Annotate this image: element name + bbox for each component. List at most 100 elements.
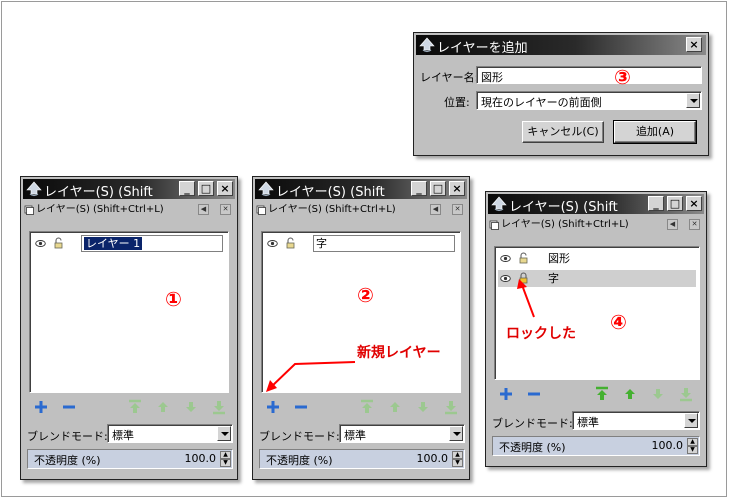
- spin-down-icon[interactable]: ▼: [452, 459, 463, 467]
- layers-icon: [256, 205, 266, 215]
- close-button[interactable]: ×: [686, 37, 702, 52]
- blend-mode-label: ブレンドモード:: [27, 430, 108, 443]
- layer-name-input[interactable]: レイヤー 1: [81, 235, 223, 252]
- plus-icon[interactable]: [498, 386, 514, 402]
- dialog-titlebar[interactable]: レイヤーを追加 ×: [416, 35, 706, 56]
- blend-mode-label: ブレンドモード:: [492, 417, 573, 430]
- position-label: 位置:: [444, 96, 470, 109]
- iconify-button[interactable]: ◀: [198, 204, 209, 215]
- blend-mode-select[interactable]: 標準: [339, 424, 465, 443]
- raise-to-top-icon[interactable]: [594, 386, 610, 402]
- dock-header: レイヤー(S) (Shift+Ctrl+L) ◀ ✕: [256, 202, 466, 218]
- opacity-spinbox[interactable]: 不透明度 (%) 100.0 ▲ ▼: [259, 449, 465, 469]
- dock-close-button[interactable]: ✕: [689, 219, 700, 230]
- lower-icon[interactable]: [183, 399, 199, 415]
- opacity-spinbox[interactable]: 不透明度 (%) 100.0 ▲ ▼: [492, 436, 700, 456]
- annotation-step-2: ②: [357, 283, 374, 307]
- layers-icon: [489, 220, 499, 230]
- layer-row[interactable]: レイヤー 1: [33, 235, 225, 252]
- close-button[interactable]: ×: [686, 196, 702, 211]
- cancel-button[interactable]: キャンセル(C): [522, 121, 604, 143]
- inkscape-logo-icon: [491, 196, 507, 212]
- add-button[interactable]: 追加(A): [613, 120, 697, 144]
- lock-icon[interactable]: [519, 252, 528, 264]
- inkscape-logo-icon: [258, 181, 274, 197]
- opacity-label: 不透明度 (%): [266, 454, 333, 467]
- iconify-button[interactable]: ◀: [667, 219, 678, 230]
- dock-label: レイヤー(S) (Shift+Ctrl+L): [501, 219, 629, 230]
- raise-icon[interactable]: [622, 386, 638, 402]
- eye-icon[interactable]: [35, 238, 46, 249]
- layers-icon: [24, 205, 34, 215]
- inkscape-logo-icon: [419, 37, 435, 53]
- panel-titlebar[interactable]: レイヤー(S) (Shift _ □ ×: [488, 194, 704, 215]
- raise-to-top-icon[interactable]: [359, 399, 375, 415]
- layers-panel-1: レイヤー(S) (Shift _ □ × レイヤー(S) (Shift+Ctrl…: [20, 176, 238, 480]
- blend-mode-value: 標準: [577, 416, 599, 429]
- panel-title: レイヤー(S) (Shift: [509, 200, 618, 215]
- chevron-down-icon[interactable]: [686, 93, 700, 108]
- layer-row[interactable]: 図形: [498, 250, 696, 267]
- spin-up-icon[interactable]: ▲: [687, 438, 698, 446]
- lower-to-bottom-icon[interactable]: [211, 399, 227, 415]
- dock-close-button[interactable]: ✕: [452, 204, 463, 215]
- lower-icon[interactable]: [415, 399, 431, 415]
- eye-icon[interactable]: [267, 238, 278, 249]
- minus-icon[interactable]: [61, 399, 77, 415]
- plus-icon[interactable]: [265, 399, 281, 415]
- layer-name: レイヤー 1: [84, 237, 143, 250]
- minimize-button[interactable]: _: [648, 196, 664, 211]
- eye-icon[interactable]: [500, 253, 511, 264]
- layer-list[interactable]: レイヤー 1: [29, 231, 229, 393]
- layer-row[interactable]: 字: [265, 235, 457, 252]
- raise-to-top-icon[interactable]: [127, 399, 143, 415]
- spin-up-icon[interactable]: ▲: [220, 451, 231, 459]
- spin-down-icon[interactable]: ▼: [220, 459, 231, 467]
- spin-down-icon[interactable]: ▼: [687, 446, 698, 454]
- panel-titlebar[interactable]: レイヤー(S) (Shift _ □ ×: [23, 179, 235, 200]
- spin-up-icon[interactable]: ▲: [452, 451, 463, 459]
- maximize-button[interactable]: □: [198, 181, 214, 196]
- blend-mode-select[interactable]: 標準: [572, 411, 700, 430]
- opacity-value: 100.0: [416, 452, 449, 465]
- chevron-down-icon[interactable]: [217, 426, 231, 441]
- layers-panel-4: レイヤー(S) (Shift _ □ × レイヤー(S) (Shift+Ctrl…: [485, 191, 707, 467]
- panel-title: レイヤー(S) (Shift: [276, 185, 385, 200]
- blend-mode-value: 標準: [344, 429, 366, 442]
- panel-titlebar[interactable]: レイヤー(S) (Shift _ □ ×: [255, 179, 467, 200]
- plus-icon[interactable]: [33, 399, 49, 415]
- raise-icon[interactable]: [387, 399, 403, 415]
- dock-close-button[interactable]: ✕: [220, 204, 231, 215]
- close-button[interactable]: ×: [449, 181, 465, 196]
- minus-icon[interactable]: [293, 399, 309, 415]
- minimize-button[interactable]: _: [179, 181, 195, 196]
- maximize-button[interactable]: □: [667, 196, 683, 211]
- iconify-button[interactable]: ◀: [430, 204, 441, 215]
- lock-icon[interactable]: [286, 237, 295, 249]
- layer-name-field[interactable]: 図形: [476, 66, 702, 84]
- maximize-button[interactable]: □: [430, 181, 446, 196]
- minus-icon[interactable]: [526, 386, 542, 402]
- panel-title: レイヤー(S) (Shift: [44, 185, 153, 200]
- annotation-step-1: ①: [165, 287, 182, 311]
- raise-icon[interactable]: [155, 399, 171, 415]
- position-value: 現在のレイヤーの前面側: [481, 96, 602, 109]
- close-button[interactable]: ×: [217, 181, 233, 196]
- add-layer-dialog: レイヤーを追加 × レイヤー名: 図形 ③ 位置: 現在のレイヤーの前面側 キャ…: [413, 32, 709, 156]
- opacity-spinbox[interactable]: 不透明度 (%) 100.0 ▲ ▼: [27, 449, 233, 469]
- inkscape-logo-icon: [26, 181, 42, 197]
- chevron-down-icon[interactable]: [449, 426, 463, 441]
- annotation-arrow-locked: [517, 279, 535, 318]
- lower-icon[interactable]: [650, 386, 666, 402]
- lower-to-bottom-icon[interactable]: [443, 399, 459, 415]
- chevron-down-icon[interactable]: [684, 413, 698, 428]
- minimize-button[interactable]: _: [411, 181, 427, 196]
- blend-mode-value: 標準: [112, 429, 134, 442]
- lock-icon[interactable]: [54, 237, 63, 249]
- position-select[interactable]: 現在のレイヤーの前面側: [476, 91, 702, 110]
- lower-to-bottom-icon[interactable]: [678, 386, 694, 402]
- layer-name-input[interactable]: 字: [313, 235, 455, 252]
- dock-header: レイヤー(S) (Shift+Ctrl+L) ◀ ✕: [489, 217, 703, 233]
- layers-panel-2: レイヤー(S) (Shift _ □ × レイヤー(S) (Shift+Ctrl…: [252, 176, 470, 480]
- blend-mode-select[interactable]: 標準: [107, 424, 233, 443]
